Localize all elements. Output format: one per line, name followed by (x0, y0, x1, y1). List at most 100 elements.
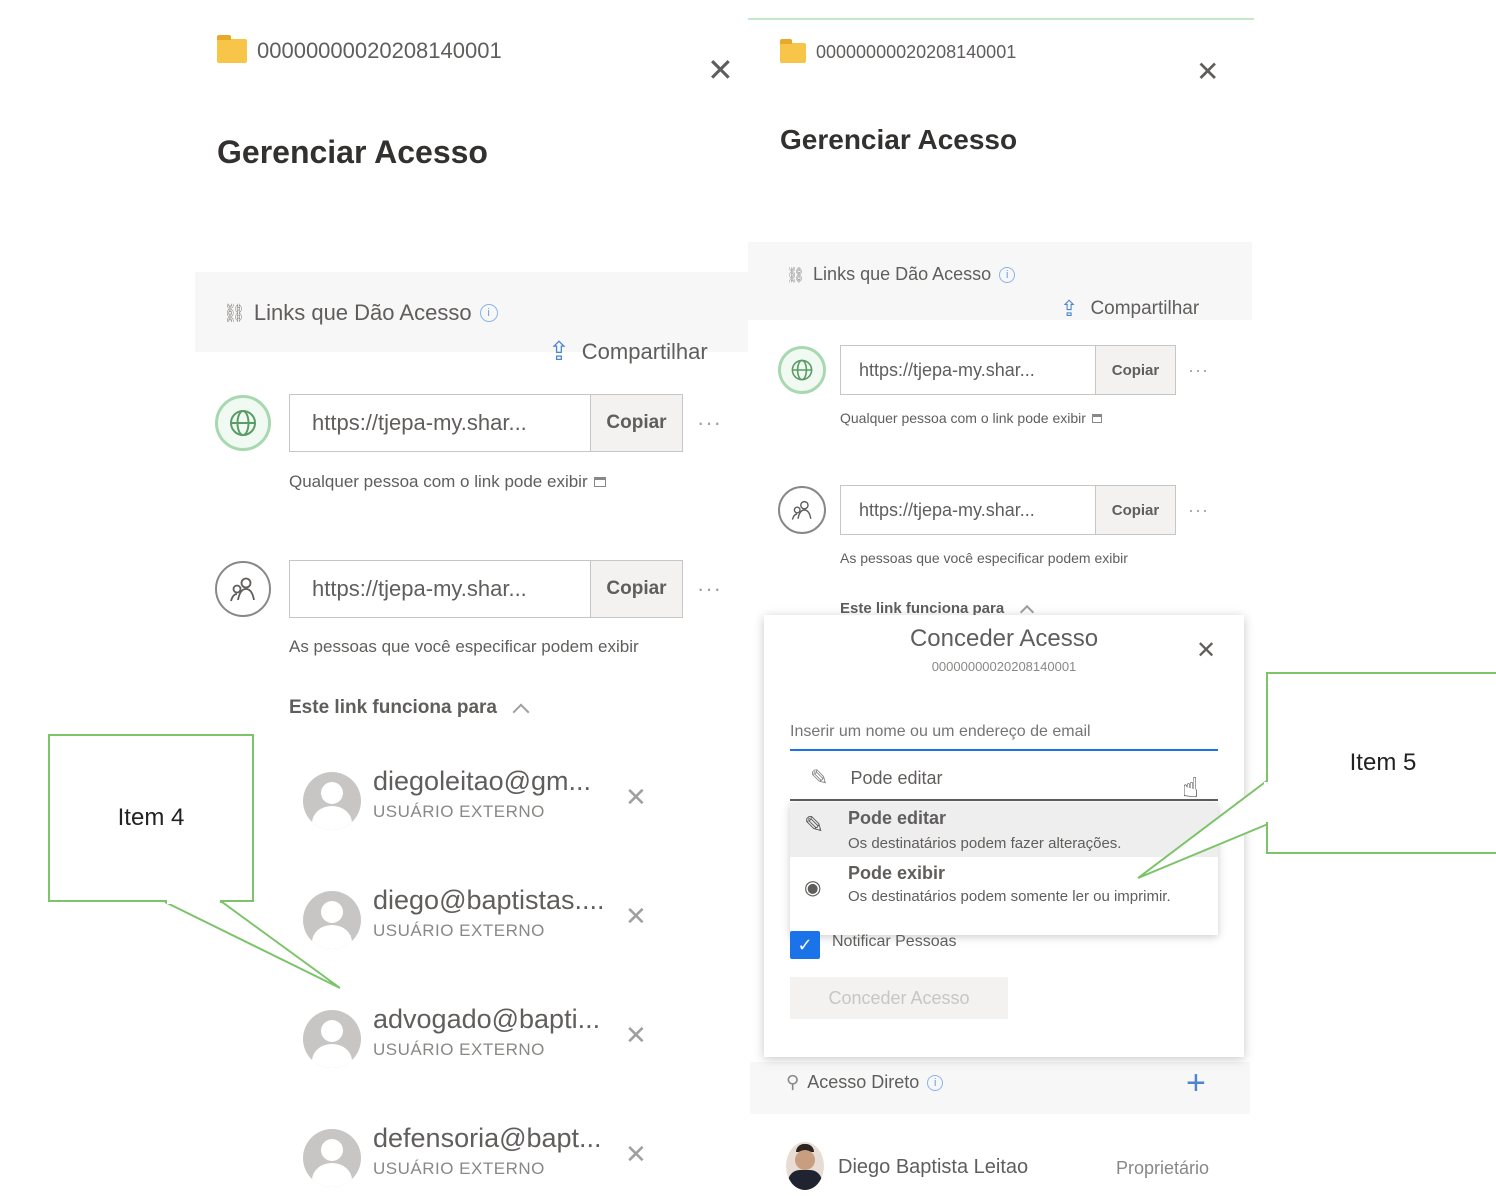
link-icon: ⛓ (223, 302, 246, 323)
link-description-text: As pessoas que você especificar podem ex… (289, 637, 639, 656)
manage-access-panel-left: 00000000020208140001 ✕ Gerenciar Acesso … (195, 0, 750, 1196)
close-icon[interactable]: ✕ (1196, 58, 1219, 86)
remove-user-icon[interactable]: ✕ (625, 1139, 647, 1170)
dialog-subtitle: 00000000020208140001 (931, 659, 1077, 674)
notify-checkbox[interactable]: ✓ (790, 931, 820, 959)
page-title: Gerenciar Acesso (780, 124, 1018, 155)
person-key-icon: ⚲ (786, 1072, 800, 1092)
dropdown-selected-label: Pode editar (850, 767, 943, 788)
copy-button[interactable]: Copiar (591, 560, 683, 618)
globe-icon (215, 395, 271, 451)
avatar (303, 1010, 361, 1068)
globe-icon (778, 346, 826, 394)
link-description-text: As pessoas que você especificar podem ex… (840, 550, 1128, 566)
option-title: Pode editar (848, 808, 947, 828)
link-description: As pessoas que você especificar podem ex… (289, 637, 639, 657)
user-email: diego@baptistas.... (373, 885, 605, 915)
more-options-icon[interactable]: ··· (1188, 500, 1209, 521)
recipient-input[interactable] (790, 715, 1218, 751)
callout-item-4: Item 4 (48, 734, 254, 902)
menu-item-can-edit[interactable]: ✎ Pode editar Os destinatários podem faz… (790, 803, 1218, 857)
eye-icon: ◉ (804, 877, 822, 899)
people-icon (215, 561, 271, 617)
copy-button[interactable]: Copiar (1096, 345, 1176, 395)
add-icon[interactable]: + (1186, 1064, 1206, 1103)
copy-button[interactable]: Copiar (591, 394, 683, 452)
owner-name: Diego Baptista Leitao (838, 1156, 1029, 1178)
people-icon (778, 486, 826, 534)
permission-menu: ✎ Pode editar Os destinatários podem faz… (790, 803, 1218, 935)
folder-icon (217, 35, 247, 63)
direct-access-heading: ⚲ Acesso Direto i (786, 1072, 944, 1093)
folder-icon (780, 38, 806, 63)
file-header: 00000000020208140001 (780, 38, 1017, 63)
calendar-icon[interactable] (593, 477, 606, 487)
link-row-specific: https://tjepa-my.shar... Copiar ··· (215, 559, 722, 619)
option-description: Os destinatários podem somente ler ou im… (848, 888, 1171, 905)
option-description: Os destinatários podem fazer alterações. (848, 835, 1122, 852)
calendar-icon[interactable] (1091, 413, 1102, 423)
link-description: Qualquer pessoa com o link pode exibir (289, 472, 606, 492)
user-email: defensoria@bapt... (373, 1123, 602, 1153)
file-header: 00000000020208140001 (217, 35, 502, 64)
list-item: defensoria@bapt... USUÁRIO EXTERNO ✕ (303, 1123, 663, 1193)
grant-access-button[interactable]: Conceder Acesso (790, 977, 1008, 1019)
links-heading-label: Links que Dão Acesso (813, 264, 992, 284)
link-url-field[interactable]: https://tjepa-my.shar... (840, 485, 1096, 535)
links-heading: ⛓ Links que Dão Acesso i (223, 300, 498, 326)
info-icon[interactable]: i (999, 266, 1016, 283)
user-email: advogado@bapti... (373, 1004, 601, 1034)
chevron-up-icon (512, 703, 530, 720)
user-email: diegoleitao@gm... (373, 766, 592, 796)
pencil-icon: ✎ (804, 812, 825, 839)
link-url-field[interactable]: https://tjepa-my.shar... (289, 560, 591, 618)
close-icon[interactable]: ✕ (1196, 639, 1216, 663)
page-title: Gerenciar Acesso (217, 134, 488, 170)
link-description: As pessoas que você especificar podem ex… (840, 550, 1128, 566)
callout-joint (1264, 782, 1270, 822)
user-type: USUÁRIO EXTERNO (373, 1159, 545, 1178)
link-row-anyone: https://tjepa-my.shar... Copiar ··· (215, 393, 722, 453)
share-label: Compartilhar (1090, 298, 1200, 319)
avatar (303, 772, 361, 830)
file-name: 00000000020208140001 (816, 42, 1017, 62)
list-item: diego@baptistas.... USUÁRIO EXTERNO ✕ (303, 885, 663, 955)
callout-joint (167, 899, 220, 904)
callout-item-5: Item 5 (1266, 672, 1496, 854)
works-for-toggle[interactable]: Este link funciona para (289, 697, 530, 720)
pencil-icon: ✎ (810, 765, 829, 790)
owner-photo (786, 1142, 824, 1190)
info-icon[interactable]: i (927, 1074, 944, 1091)
avatar (303, 1129, 361, 1187)
more-options-icon[interactable]: ··· (697, 410, 722, 436)
copy-button[interactable]: Copiar (1096, 485, 1176, 535)
list-item: advogado@bapti... USUÁRIO EXTERNO ✕ (303, 1004, 663, 1074)
dialog-title: Conceder Acesso (909, 625, 1099, 652)
link-description-text: Qualquer pessoa com o link pode exibir (289, 472, 588, 491)
remove-user-icon[interactable]: ✕ (625, 901, 647, 932)
close-icon[interactable]: ✕ (707, 54, 734, 86)
share-icon: ⇪ (1060, 296, 1079, 321)
hand-cursor-icon: ☝ (1182, 772, 1200, 803)
grant-access-dialog: Conceder Acesso 00000000020208140001 ✕ ✎… (764, 615, 1244, 1057)
link-description: Qualquer pessoa com o link pode exibir (840, 410, 1102, 426)
file-name: 00000000020208140001 (257, 38, 502, 63)
dropdown-underline (790, 799, 1218, 801)
more-options-icon[interactable]: ··· (1188, 360, 1209, 381)
link-url-field[interactable]: https://tjepa-my.shar... (840, 345, 1096, 395)
more-options-icon[interactable]: ··· (697, 576, 722, 602)
list-item: diegoleitao@gm... USUÁRIO EXTERNO ✕ (303, 766, 663, 836)
link-url-field[interactable]: https://tjepa-my.shar... (289, 394, 591, 452)
option-title: Pode exibir (848, 863, 946, 883)
share-button[interactable]: ⇪ Compartilhar (1060, 296, 1199, 322)
owner-role: Proprietário (1116, 1158, 1210, 1178)
info-icon[interactable]: i (479, 304, 498, 322)
permission-dropdown[interactable]: ✎ Pode editar (810, 765, 1218, 791)
menu-item-can-view[interactable]: ◉ Pode exibir Os destinatários podem som… (790, 859, 1218, 935)
remove-user-icon[interactable]: ✕ (625, 782, 647, 813)
user-type: USUÁRIO EXTERNO (373, 921, 545, 940)
share-button[interactable]: ⇪ Compartilhar (548, 336, 708, 367)
share-icon: ⇪ (548, 336, 570, 366)
remove-user-icon[interactable]: ✕ (625, 1020, 647, 1051)
works-for-label: Este link funciona para (289, 697, 497, 718)
